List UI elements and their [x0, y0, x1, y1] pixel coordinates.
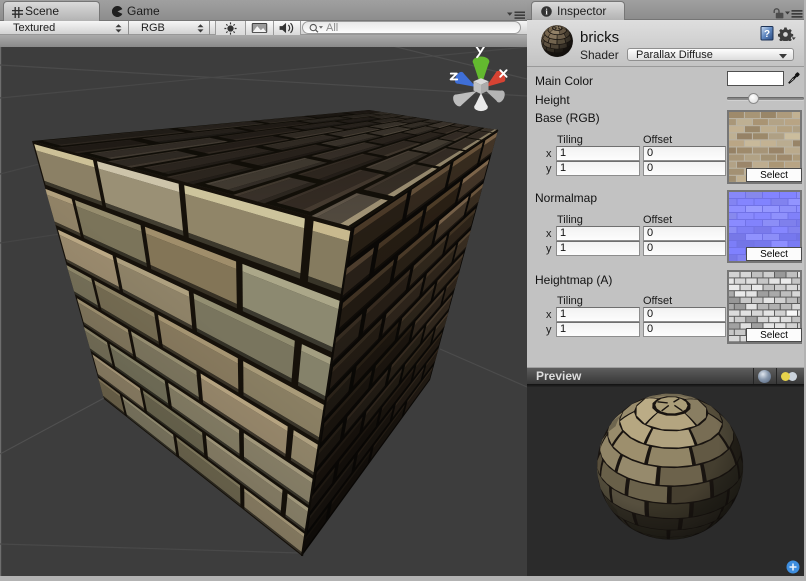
svg-text:?: ? [764, 29, 770, 40]
